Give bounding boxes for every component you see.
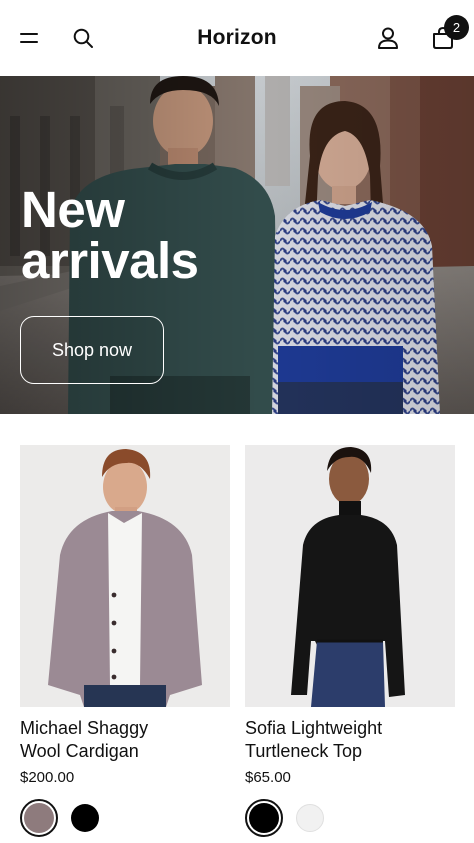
product-title-line-2: Turtleneck Top [245,741,363,761]
hero-title-line-1: New [21,181,125,238]
search-icon [73,28,93,48]
product-title-line-2: Wool Cardigan [20,741,139,761]
search-button[interactable] [69,24,97,52]
hero-banner: New arrivals Shop now [0,76,474,414]
swatch-color [296,804,324,832]
shop-now-button[interactable]: Shop now [20,316,164,384]
product-price: $200.00 [20,769,75,786]
menu-button[interactable] [15,24,43,52]
account-icon [378,27,398,49]
cart-count-badge: 2 [444,15,469,40]
product-title[interactable]: Sofia Lightweight Turtleneck Top [245,717,455,763]
product-image-link[interactable] [245,445,455,707]
swatch-black[interactable] [66,799,104,837]
product-title[interactable]: Michael Shaggy Wool Cardigan [20,717,230,763]
color-swatches [20,799,230,837]
hero-title-line-2: arrivals [21,232,199,289]
menu-icon [20,33,38,43]
swatch-color [249,803,279,833]
product-title-line-1: Sofia Lightweight [245,718,383,738]
brand-logo[interactable]: Horizon [197,26,277,49]
product-price: $65.00 [245,769,291,786]
swatch-color [71,804,99,832]
color-swatches [245,799,455,837]
cart-button[interactable]: 2 [429,15,469,52]
swatch-white[interactable] [291,799,329,837]
site-header: Horizon 2 [0,0,474,76]
product-image-link[interactable] [20,445,230,707]
swatch-black[interactable] [245,799,283,837]
account-button[interactable] [374,24,402,52]
product-image [245,445,455,707]
hero-title: New arrivals [21,184,199,286]
product-card-turtleneck: Sofia Lightweight Turtleneck Top $65.00 [245,445,455,837]
swatch-color [24,803,54,833]
product-image [20,445,230,707]
swatch-taupe[interactable] [20,799,58,837]
product-card-cardigan: Michael Shaggy Wool Cardigan $200.00 [20,445,230,837]
product-title-line-1: Michael Shaggy [20,718,149,738]
